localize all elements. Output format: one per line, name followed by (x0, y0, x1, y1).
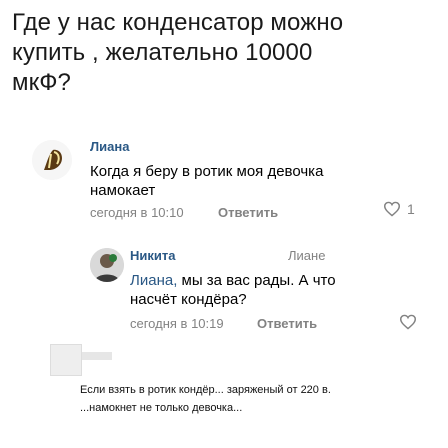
question-line: мкФ? (12, 69, 71, 96)
caption-text: Если взять в ротик кондёр... заряженый о… (80, 381, 440, 417)
comment-text-line: Когда я беру в ротик моя девочка (90, 163, 324, 180)
post-question: Где у нас конденсатор можно купить , жел… (12, 8, 436, 98)
comment-text: Когда я беру в ротик моя девочка намокае… (90, 162, 323, 200)
caption-line: ...намокнет не только девочка... (80, 402, 243, 414)
caption-line: Если взять в ротик кондёр... заряженый о… (80, 384, 331, 396)
comment-author[interactable]: Никита (130, 248, 175, 263)
heart-icon (399, 314, 417, 330)
like-count: 1 (407, 201, 415, 217)
reply-button[interactable]: Ответить (218, 205, 278, 220)
comment-date[interactable]: сегодня в 10:10 (90, 205, 184, 220)
comment-text-line: насчёт кондёра? (130, 291, 247, 308)
reply-to-link[interactable]: Лиане (288, 248, 325, 263)
avatar-nikita[interactable] (90, 248, 124, 282)
mention-link[interactable]: Лиана, (130, 272, 177, 289)
redacted-name (82, 352, 112, 360)
question-line: Где у нас конденсатор можно (12, 9, 344, 36)
avatar-liana[interactable] (32, 140, 72, 180)
heart-icon (383, 201, 401, 217)
avatar-image (90, 248, 124, 282)
comment-author[interactable]: Лиана (90, 139, 129, 154)
like-button[interactable] (399, 314, 417, 330)
comment-text-line: Лиана, мы за вас рады. А что (130, 271, 336, 290)
comment-text-fragment: мы за вас рады. А что (177, 272, 336, 289)
like-button[interactable]: 1 (383, 201, 415, 217)
question-line: купить , желательно 10000 (12, 39, 313, 66)
comment-text-line: намокает (90, 182, 156, 199)
redacted-avatar (50, 344, 82, 376)
comment-text: Лиана, мы за вас рады. А что насчёт конд… (130, 271, 336, 309)
reply-button[interactable]: Ответить (257, 316, 317, 331)
avatar-image (32, 140, 72, 180)
comment-date[interactable]: сегодня в 10:19 (130, 316, 224, 331)
